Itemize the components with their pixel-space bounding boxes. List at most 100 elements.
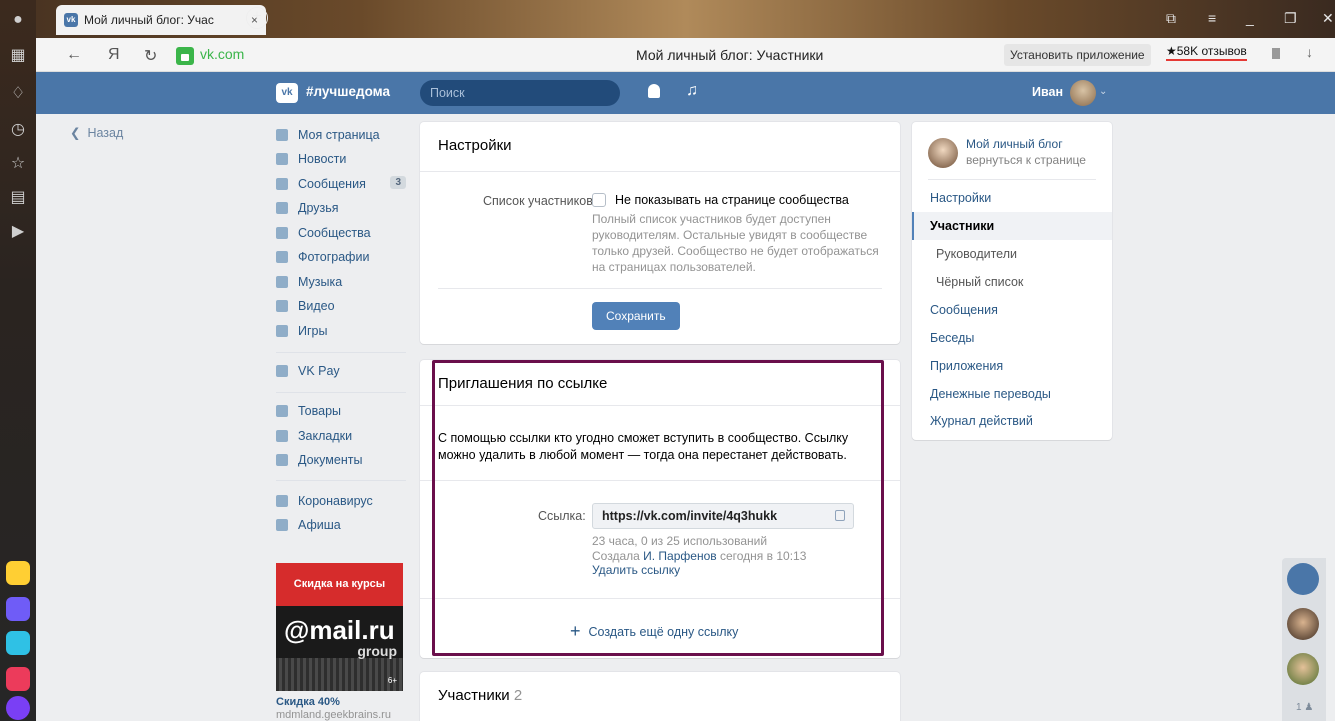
restore-icon[interactable]: ❐: [1284, 10, 1297, 27]
avatar[interactable]: [1070, 80, 1096, 106]
community-nav-item[interactable]: Приложения: [930, 359, 1003, 373]
vk-header: vk #лучшедома Поиск ♫ Иван ⌄: [36, 72, 1335, 114]
friends-count: 1: [1296, 702, 1302, 713]
ad-url[interactable]: mdmland.geekbrains.ru: [276, 709, 391, 721]
avatar[interactable]: [1287, 653, 1319, 685]
reviews-link[interactable]: ★58K отзывов: [1166, 44, 1247, 61]
star-icon[interactable]: ☆: [8, 154, 28, 174]
vk-logo-icon[interactable]: vk: [276, 83, 298, 103]
close-window-icon[interactable]: ✕: [1322, 10, 1334, 27]
browser-tab[interactable]: vk Мой личный блог: Учас ×: [56, 5, 266, 35]
afisha-icon: [276, 519, 288, 531]
url-domain[interactable]: vk.com: [200, 46, 244, 62]
menu-item[interactable]: Музыка: [276, 272, 406, 292]
install-app-button[interactable]: Установить приложение: [1004, 44, 1151, 66]
address-bar: ← Я ↻ vk.com Мой личный блог: Участники …: [36, 38, 1335, 72]
menu-item[interactable]: Моя страница: [276, 125, 406, 145]
community-nav-item[interactable]: Чёрный список: [936, 275, 1023, 289]
home-icon: [276, 129, 288, 141]
avatar[interactable]: [1287, 608, 1319, 640]
menu-item-label: Документы: [298, 453, 363, 467]
menu-item-label: Моя страница: [298, 128, 380, 142]
news-icon: [276, 153, 288, 165]
menu-item[interactable]: Товары: [276, 401, 406, 421]
alice-icon[interactable]: [6, 696, 30, 720]
menu-item[interactable]: VK Pay: [276, 361, 406, 381]
user-name[interactable]: Иван: [1032, 85, 1063, 99]
menu-item[interactable]: Сообщения 3: [276, 174, 406, 194]
vk-brand-link[interactable]: #лучшедома: [306, 84, 390, 99]
menu-item-label: Сообщения: [298, 177, 366, 191]
menu-divider: [276, 480, 406, 481]
friends-online-count[interactable]: 1 ♟: [1296, 702, 1313, 713]
chevron-down-icon[interactable]: ⌄: [1099, 86, 1107, 97]
video-icon[interactable]: [6, 667, 30, 691]
back-to-page-link[interactable]: вернуться к странице: [966, 153, 1086, 167]
hide-members-label[interactable]: Не показывать на странице сообщества: [615, 193, 849, 207]
group-name-link[interactable]: Мой личный блог: [966, 137, 1063, 151]
members-title: Участники 2: [438, 687, 522, 704]
community-nav-item[interactable]: Журнал действий: [930, 414, 1033, 428]
menu-item[interactable]: Афиша: [276, 515, 406, 535]
community-nav-item[interactable]: Руководители: [936, 247, 1017, 261]
send-icon[interactable]: [6, 631, 30, 655]
collections-icon[interactable]: ⧉: [1166, 10, 1176, 27]
ad-title[interactable]: Скидка 40%: [276, 696, 340, 708]
avatar[interactable]: [928, 138, 958, 168]
play-icon[interactable]: ▶: [8, 222, 28, 242]
minimize-icon[interactable]: _: [1246, 10, 1254, 26]
friends-icon: [276, 202, 288, 214]
mail-icon[interactable]: [6, 561, 30, 585]
coronavirus-icon: [276, 495, 288, 507]
divider: [438, 288, 882, 289]
search-input[interactable]: Поиск: [420, 80, 620, 106]
menu-item[interactable]: Игры: [276, 321, 406, 341]
menu-item-label: Закладки: [298, 429, 353, 443]
hide-members-checkbox[interactable]: [592, 193, 606, 207]
ad-banner-text: Скидка на курсы: [276, 563, 403, 606]
music-icon: [276, 276, 288, 288]
community-nav: Мой личный блог вернуться к странице Нас…: [912, 122, 1112, 440]
bell-icon[interactable]: ♢: [8, 84, 28, 104]
mailru-logo: @mail.ru: [284, 615, 395, 645]
photos-icon: [276, 251, 288, 263]
mailru-logo-sub: group: [357, 643, 397, 659]
menu-item[interactable]: Коронавирус: [276, 491, 406, 511]
save-button[interactable]: Сохранить: [592, 302, 680, 330]
grid-icon[interactable]: ▦: [8, 46, 28, 66]
music-note-icon[interactable]: ♫: [686, 82, 698, 100]
back-link[interactable]: ❮ Назад: [70, 125, 123, 140]
divider: [928, 179, 1096, 180]
menu-item[interactable]: Видео: [276, 296, 406, 316]
notifications-bell-icon[interactable]: [648, 84, 660, 98]
menu-item[interactable]: Новости: [276, 149, 406, 169]
vk-mascot-avatar[interactable]: [1287, 563, 1319, 595]
community-nav-item[interactable]: Участники: [930, 219, 994, 233]
community-nav-item[interactable]: Беседы: [930, 331, 974, 345]
vk-favicon-icon: vk: [64, 13, 78, 27]
community-nav-item[interactable]: Денежные переводы: [930, 387, 1051, 401]
community-nav-item[interactable]: Настройки: [930, 191, 991, 205]
menu-item[interactable]: Сообщества: [276, 223, 406, 243]
menu-item[interactable]: Друзья: [276, 198, 406, 218]
community-nav-item[interactable]: Сообщения: [930, 303, 998, 317]
messenger-icon[interactable]: [6, 597, 30, 621]
highlight-frame: [432, 360, 884, 656]
clock-icon[interactable]: ◷: [8, 120, 28, 140]
yandex-icon[interactable]: Я: [108, 46, 120, 64]
menu-icon[interactable]: ≡: [1208, 10, 1216, 26]
notes-icon[interactable]: ▤: [8, 188, 28, 208]
bookmark-icon[interactable]: [1272, 48, 1280, 59]
menu-item[interactable]: Фотографии: [276, 247, 406, 267]
download-icon[interactable]: ↓: [1306, 44, 1313, 60]
ad-banner[interactable]: Скидка на курсы @mail.ru group 6+: [276, 563, 403, 691]
new-tab-button[interactable]: +: [246, 7, 268, 29]
reload-icon[interactable]: ↻: [144, 46, 157, 66]
user-icon[interactable]: ●: [8, 10, 28, 30]
menu-item[interactable]: Документы: [276, 450, 406, 470]
hide-members-checkbox-row[interactable]: Не показывать на странице сообщества: [592, 193, 849, 207]
back-arrow-icon[interactable]: ←: [66, 46, 82, 64]
menu-item-label: Видео: [298, 299, 335, 313]
menu-item-label: Новости: [298, 152, 347, 166]
menu-item[interactable]: Закладки: [276, 426, 406, 446]
